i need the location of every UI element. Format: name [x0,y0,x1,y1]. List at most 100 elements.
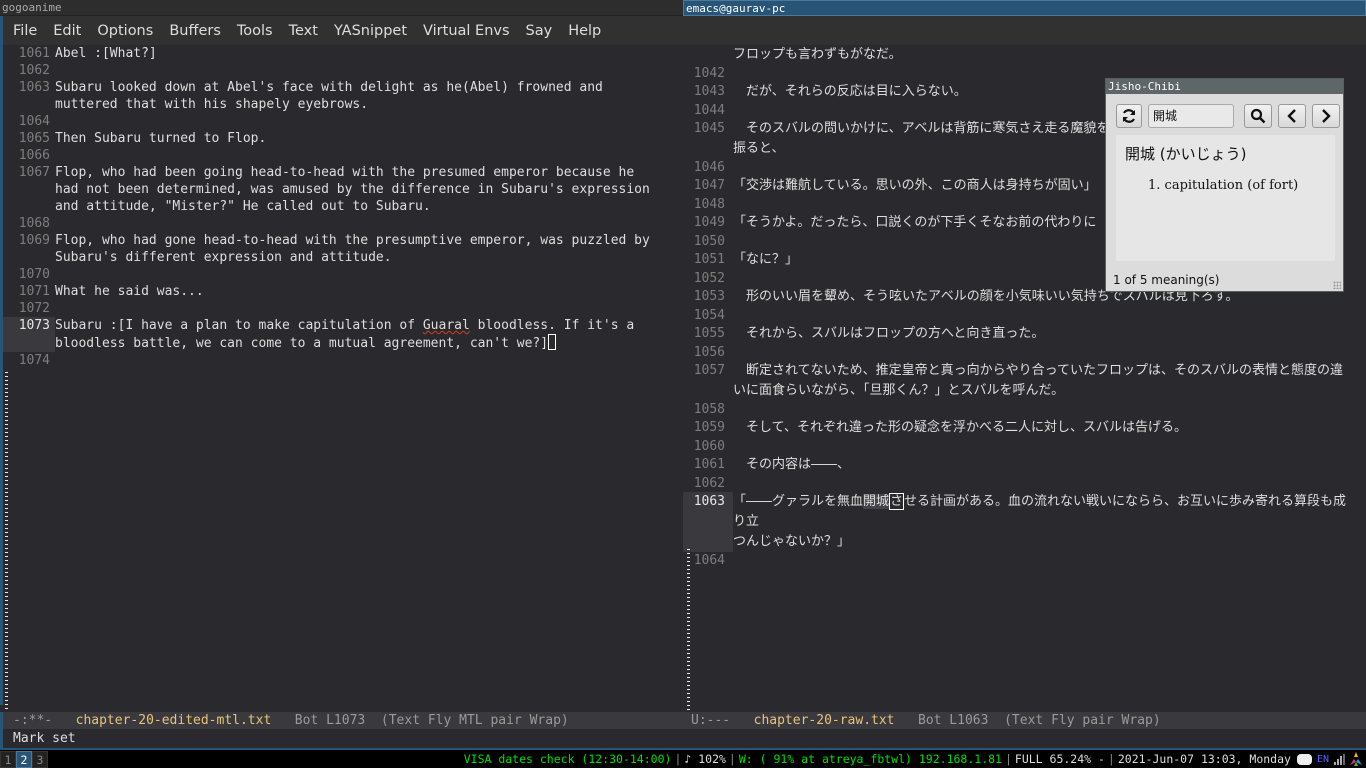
keyboard-layout-indicator[interactable]: EN [1317,751,1329,768]
line-text[interactable] [55,215,669,232]
line-number: 1051 [693,252,725,267]
next-button[interactable] [1312,104,1340,128]
line-text[interactable]: それから、スバルはフロップの方へと向き直った。 [733,324,1348,344]
line-number: 1070 [18,267,50,282]
modeline-filename[interactable]: chapter-20-edited-mtl.txt [76,713,272,728]
line-text[interactable]: フロップも言わずもがなだ。 [733,45,1348,65]
line-text[interactable]: Subaru looked down at Abel's face with d… [55,79,669,113]
line-text[interactable] [733,438,1348,455]
line-text[interactable] [733,552,1348,569]
modeline-state: -:**- [13,713,53,728]
buffer-line[interactable]: 1057 断定されてないため、推定皇帝と真っ向からやり合っていたフロップは、その… [683,361,1366,401]
battery-status: FULL 65.24% - [1014,751,1105,766]
buffer-line[interactable]: 1071 What he said was... [3,283,683,300]
jisho-status: 1 of 5 meaning(s) [1113,273,1220,287]
modeline-filename[interactable]: chapter-20-raw.txt [754,713,895,728]
workspace-2[interactable]: 2 [16,750,32,768]
line-text[interactable]: Then Subaru turned to Flop. [55,130,669,147]
menu-edit[interactable]: Edit [53,23,81,39]
line-number: 1062 [18,63,50,78]
current-buffer-line[interactable]: 1073 Subaru :[I have a plan to make capit… [3,317,683,352]
menu-text[interactable]: Text [289,23,318,39]
line-text[interactable] [733,475,1348,492]
buffer-line[interactable]: 1070 [3,266,683,283]
line-number: 1056 [693,345,725,360]
line-text[interactable]: Flop, who had been going head-to-head wi… [55,164,669,215]
line-text[interactable]: そして、それぞれ違った形の疑念を浮かべる二人に対し、スバルは告げる。 [733,418,1348,438]
line-text[interactable] [55,113,669,130]
current-buffer-line[interactable]: 1063 「――グァラルを無血開城させる計画がある。血の流れない戦いにならら、お互… [683,492,1366,552]
discord-icon[interactable] [1296,753,1312,765]
buffer-line[interactable]: 1065 Then Subaru turned to Flop. [3,130,683,147]
line-number: 1050 [693,234,725,249]
line-text[interactable] [733,344,1348,361]
buffer-line[interactable]: 1061 その内容は――、 [683,455,1366,475]
line-text[interactable] [733,307,1348,324]
line-text[interactable]: Flop, who had gone head-to-head with the… [55,232,669,266]
buffer-line[interactable]: 1066 [3,147,683,164]
datetime-status: 2021-Jun-07 13:03, Monday [1117,751,1291,766]
line-text[interactable]: What he said was... [55,283,669,300]
line-text[interactable] [55,300,669,317]
menu-yasnippet[interactable]: YASnippet [334,23,407,39]
menu-say[interactable]: Say [526,23,553,39]
buffer-line[interactable]: 1054 [683,307,1366,324]
menu-file[interactable]: File [13,23,37,39]
prev-button[interactable] [1278,104,1306,128]
menu-help[interactable]: Help [568,23,601,39]
menu-buffers[interactable]: Buffers [169,23,221,39]
color-tray-icon[interactable] [1350,752,1362,766]
buffer-line[interactable]: 1062 [3,62,683,79]
misspelled-word[interactable]: Guaral [423,318,470,333]
buffer-line[interactable]: 1064 [3,113,683,130]
search-button[interactable] [1244,104,1272,128]
buffer-line[interactable]: 1072 [3,300,683,317]
line-text[interactable] [733,401,1348,418]
line-text[interactable]: Abel :[What?] [55,45,669,62]
line-text[interactable] [55,352,669,369]
jisho-search-input[interactable]: 開城 [1148,104,1234,128]
buffer-line[interactable]: 1055 それから、スバルはフロップの方へと向き直った。 [683,324,1366,344]
modeline-modes[interactable]: (Text Fly pair Wrap) [1004,713,1161,728]
buffer-line[interactable]: フロップも言わずもがなだ。 [683,45,1366,65]
minibuffer[interactable] [683,729,1366,748]
buffer-line[interactable]: 1058 [683,401,1366,418]
line-text[interactable] [55,62,669,79]
line-text[interactable]: Subaru :[I have a plan to make capitulat… [55,317,669,352]
line-number: 1046 [693,160,725,175]
search-icon [1250,108,1266,124]
workspace-1[interactable]: 1 [0,750,16,768]
buffer-line[interactable]: 1069 Flop, who had gone head-to-head with… [3,232,683,266]
line-text[interactable]: 「――グァラルを無血開城させる計画がある。血の流れない戦いにならら、お互いに歩み… [733,492,1348,552]
buffer-line[interactable]: 1064 [683,552,1366,569]
line-text[interactable]: その内容は――、 [733,455,1348,475]
line-number: 1063 [683,492,733,552]
line-number: 1047 [693,178,725,193]
editor-buffer-left[interactable]: 1061 Abel :[What?] 1062 1063 Subaru looked d… [0,45,683,705]
volume-status: ♪ 102% [684,751,726,766]
buffer-line[interactable]: 1060 [683,438,1366,455]
buffer-line[interactable]: 1068 [3,215,683,232]
line-text[interactable]: 断定されてないため、推定皇帝と真っ向からやり合っていたフロップは、そのスバルの表… [733,361,1348,401]
buffer-line[interactable]: 1067 Flop, who had been going head-to-hea… [3,164,683,215]
line-text[interactable] [55,147,669,164]
lookup-highlight[interactable]: 開城 [863,494,890,509]
buffer-line[interactable]: 1063 Subaru looked down at Abel's face wi… [3,79,683,113]
network-signal-icon[interactable] [1334,753,1345,765]
line-text[interactable] [55,266,669,283]
modeline-modes[interactable]: (Text Fly MTL pair Wrap) [381,713,569,728]
refresh-button[interactable] [1116,104,1142,128]
resize-grip[interactable] [1333,281,1341,289]
buffer-line[interactable]: 1074 [3,352,683,369]
menu-options[interactable]: Options [97,23,153,39]
line-number: 1052 [693,271,725,286]
workspace-3[interactable]: 3 [32,750,48,768]
minibuffer[interactable]: Mark set [0,729,683,748]
line-number: 1068 [18,216,50,231]
menu-tools[interactable]: Tools [237,23,273,39]
menu-virtual-envs[interactable]: Virtual Envs [423,23,509,39]
buffer-line[interactable]: 1056 [683,344,1366,361]
buffer-line[interactable]: 1062 [683,475,1366,492]
buffer-line[interactable]: 1061 Abel :[What?] [3,45,683,62]
buffer-line[interactable]: 1059 そして、それぞれ違った形の疑念を浮かべる二人に対し、スバルは告げる。 [683,418,1366,438]
